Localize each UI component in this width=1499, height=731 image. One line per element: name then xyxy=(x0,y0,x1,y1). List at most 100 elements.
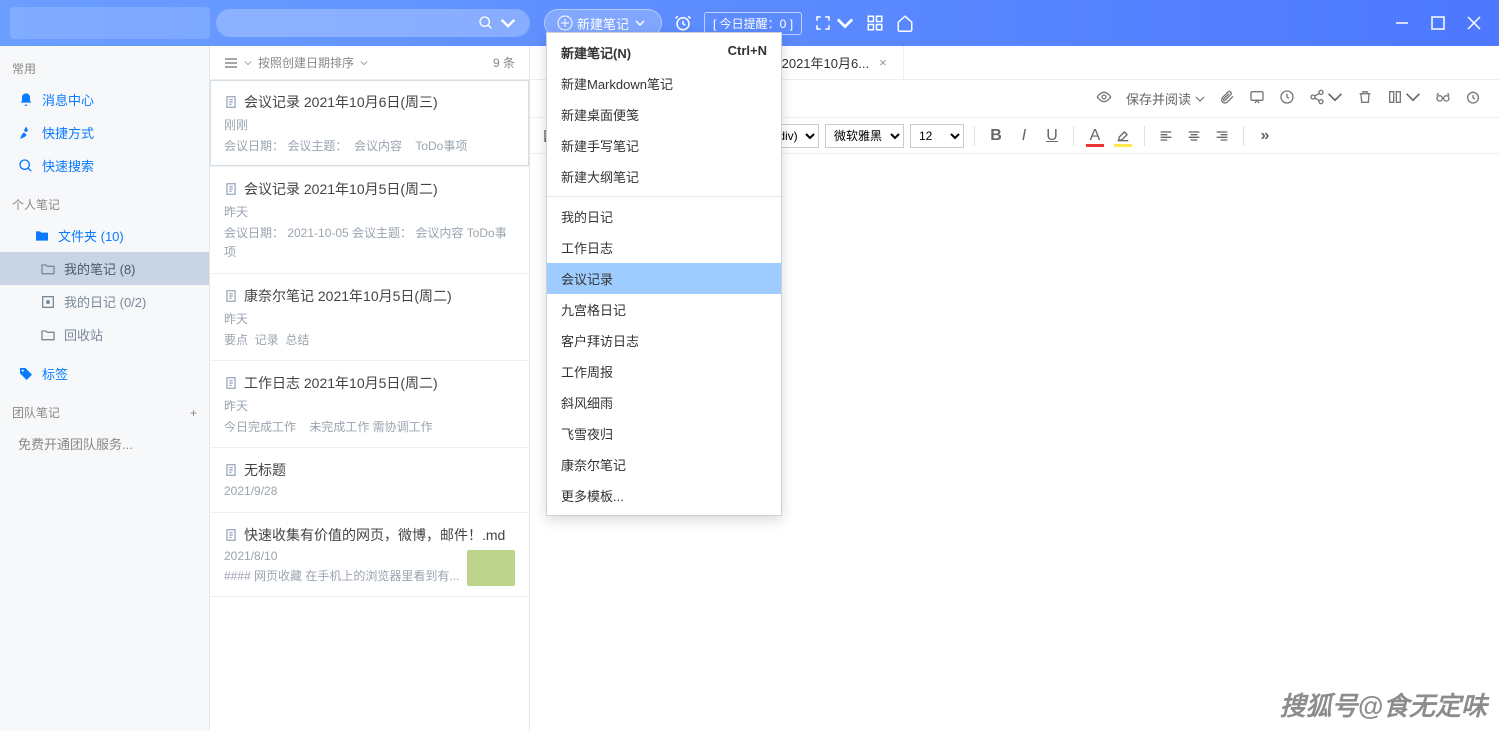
note-title: 会议记录 2021年10月5日(周二) xyxy=(224,179,515,199)
dropdown-item[interactable]: 康奈尔笔记 xyxy=(547,449,781,480)
watermark-text: 搜狐号@食无定味 xyxy=(1280,686,1487,723)
font-select[interactable]: 微软雅黑 xyxy=(825,124,904,148)
sidebar-item-messages[interactable]: 消息中心 xyxy=(0,83,209,116)
note-preview: 会议日期： 会议主题： ​ 会议内容 ​ ​ ​ ToDo事项 xyxy=(224,137,515,156)
reading-mode-icon[interactable] xyxy=(1387,89,1421,108)
sidebar-section-personal: 个人笔记 xyxy=(0,190,209,219)
dropdown-item[interactable]: 客户拜访日志 xyxy=(547,325,781,356)
sidebar-section-common: 常用 xyxy=(0,54,209,83)
close-button[interactable] xyxy=(1467,16,1481,30)
note-date: 刚刚 xyxy=(224,116,515,133)
dropdown-item[interactable]: 新建手写笔记 xyxy=(547,130,781,161)
note-title: 康奈尔笔记 2021年10月5日(周二) xyxy=(224,286,515,306)
sidebar-item-recycle[interactable]: 回收站 xyxy=(0,318,209,351)
note-list-item[interactable]: 快速收集有价值的网页，微博，邮件！.md 2021/8/10 #### 网页收藏… xyxy=(210,513,529,597)
note-date: 昨天 xyxy=(224,310,515,327)
list-header: 按照创建日期排序 9 条 xyxy=(210,46,529,80)
rocket-icon xyxy=(18,125,34,141)
apps-icon[interactable] xyxy=(866,14,884,32)
fontsize-select[interactable]: 12 xyxy=(910,124,964,148)
eye-icon xyxy=(1096,89,1112,108)
dropdown-item[interactable]: 工作日志 xyxy=(547,232,781,263)
dropdown-item[interactable]: 工作周报 xyxy=(547,356,781,387)
note-preview: 会议日期： 2021-10-05 会议主题： 会议内容 ToDo事项 xyxy=(224,224,515,262)
sidebar-item-folders[interactable]: 文件夹 (10) xyxy=(0,219,209,252)
add-team-button[interactable]: + xyxy=(190,406,197,420)
chevron-down-icon xyxy=(244,59,252,67)
sort-dropdown[interactable]: 按照创建日期排序 xyxy=(224,54,368,71)
note-list-item[interactable]: 无标题 2021/9/28 xyxy=(210,448,529,513)
note-list-item[interactable]: 康奈尔笔记 2021年10月5日(周二) 昨天 要点 ​ 记录 ​ 总结 ​ xyxy=(210,274,529,361)
note-date: 昨天 xyxy=(224,397,515,414)
overflow-icon[interactable]: » xyxy=(1254,125,1276,147)
app-logo xyxy=(10,7,210,39)
search-icon xyxy=(478,15,494,31)
note-list[interactable]: 会议记录 2021年10月6日(周三) 刚刚 会议日期： 会议主题： ​ 会议内… xyxy=(210,80,529,731)
plus-circle-icon xyxy=(557,15,573,31)
history-icon[interactable] xyxy=(1279,89,1295,108)
note-list-item[interactable]: 会议记录 2021年10月6日(周三) 刚刚 会议日期： 会议主题： ​ 会议内… xyxy=(210,80,529,167)
note-list-item[interactable]: 会议记录 2021年10月5日(周二) 昨天 会议日期： 2021-10-05 … xyxy=(210,167,529,273)
chevron-down-icon xyxy=(635,18,645,28)
highlight-icon[interactable] xyxy=(1112,125,1134,147)
note-thumbnail xyxy=(467,550,515,586)
sidebar: 常用 消息中心 快捷方式 快速搜索 个人笔记 文件夹 (10) 我的笔记 (8)… xyxy=(0,46,210,731)
note-count: 9 条 xyxy=(493,54,515,71)
share-icon[interactable] xyxy=(1309,89,1343,108)
attachment-icon[interactable] xyxy=(1219,89,1235,108)
chevron-down-icon xyxy=(360,59,368,67)
folder-outline-icon xyxy=(40,261,56,277)
note-list-item[interactable]: 工作日志 2021年10月5日(周二) 昨天 今日完成工作 ​ ​ ​ 未完成工… xyxy=(210,361,529,448)
dropdown-item[interactable]: 我的日记 xyxy=(547,201,781,232)
bell-icon xyxy=(18,92,34,108)
save-and-read-button[interactable]: 保存并阅读 xyxy=(1126,89,1205,108)
sidebar-section-team: 团队笔记 + xyxy=(0,398,209,427)
align-right-icon[interactable] xyxy=(1211,125,1233,147)
window-controls xyxy=(1395,16,1489,30)
align-center-icon[interactable] xyxy=(1183,125,1205,147)
maximize-button[interactable] xyxy=(1431,16,1445,30)
dropdown-item[interactable]: 会议记录 xyxy=(547,263,781,294)
note-list-column: 按照创建日期排序 9 条 会议记录 2021年10月6日(周三) 刚刚 会议日期… xyxy=(210,46,530,731)
home-icon[interactable] xyxy=(896,14,914,32)
dropdown-item[interactable]: 飞雪夜归 xyxy=(547,418,781,449)
dropdown-item[interactable]: 新建桌面便笺 xyxy=(547,99,781,130)
sidebar-item-team-promo[interactable]: 免费开通团队服务... xyxy=(0,427,209,460)
note-date: 昨天 xyxy=(224,203,515,220)
sidebar-item-shortcuts[interactable]: 快捷方式 xyxy=(0,116,209,149)
comment-icon[interactable] xyxy=(1249,89,1265,108)
shortcut-label: Ctrl+N xyxy=(728,43,767,62)
underline-icon[interactable]: U xyxy=(1041,125,1063,147)
minimize-button[interactable] xyxy=(1395,16,1409,30)
note-title: 快速收集有价值的网页，微博，邮件！.md xyxy=(224,525,515,545)
sidebar-item-quicksearch[interactable]: 快速搜索 xyxy=(0,149,209,182)
tag-icon xyxy=(18,366,34,382)
folder-icon xyxy=(34,228,50,244)
folder-outline-icon xyxy=(40,327,56,343)
alarm-icon[interactable] xyxy=(674,14,692,32)
dropdown-item[interactable]: 更多模板... xyxy=(547,480,781,511)
text-color-icon[interactable]: A xyxy=(1084,125,1106,147)
note-preview: 今日完成工作 ​ ​ ​ 未完成工作 需协调工作 ​ ​ ​ xyxy=(224,418,515,437)
dropdown-item[interactable]: 新建笔记(N)Ctrl+N xyxy=(547,37,781,68)
sidebar-item-tags[interactable]: 标签 xyxy=(0,357,209,390)
align-left-icon[interactable] xyxy=(1155,125,1177,147)
diary-icon xyxy=(40,294,56,310)
sidebar-item-mynotes[interactable]: 我的笔记 (8) xyxy=(0,252,209,285)
fullscreen-icon[interactable] xyxy=(814,14,854,32)
delete-icon[interactable] xyxy=(1357,89,1373,108)
dropdown-item[interactable]: 新建Markdown笔记 xyxy=(547,68,781,99)
glasses-icon[interactable] xyxy=(1435,89,1451,108)
note-title: 工作日志 2021年10月5日(周二) xyxy=(224,373,515,393)
note-date: 2021/9/28 xyxy=(224,484,515,498)
bold-icon[interactable]: B xyxy=(985,125,1007,147)
alarm-icon[interactable] xyxy=(1465,89,1481,108)
dropdown-item[interactable]: 新建大纲笔记 xyxy=(547,161,781,192)
italic-icon[interactable]: I xyxy=(1013,125,1035,147)
search-box[interactable] xyxy=(216,9,530,37)
close-icon[interactable]: × xyxy=(869,55,887,70)
sidebar-item-mydiary[interactable]: 我的日记 (0/2) xyxy=(0,285,209,318)
new-note-label: 新建笔记 xyxy=(577,14,629,33)
dropdown-item[interactable]: 斜风细雨 xyxy=(547,387,781,418)
dropdown-item[interactable]: 九宫格日记 xyxy=(547,294,781,325)
